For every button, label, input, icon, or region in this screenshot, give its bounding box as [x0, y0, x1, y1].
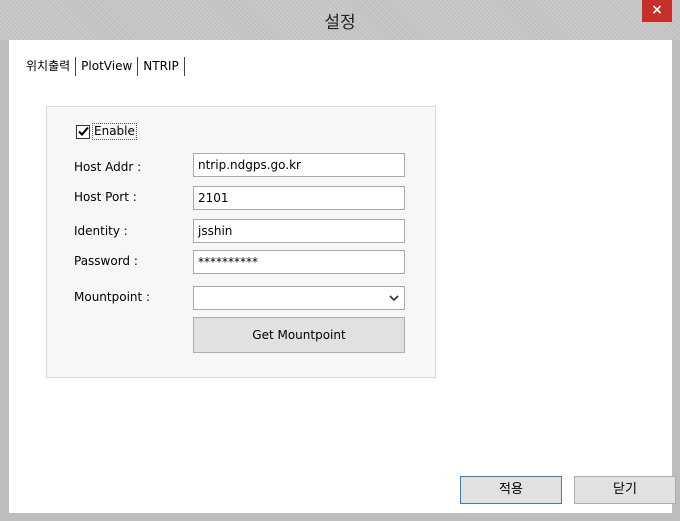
dialog-window: 설정 × 위치출력 PlotView NTRIP Enable Host Add: [0, 0, 680, 521]
tab-separator: [75, 56, 77, 76]
tab-ntrip[interactable]: NTRIP: [139, 56, 182, 76]
title-bar[interactable]: 설정 ×: [0, 0, 680, 40]
tab-separator: [137, 56, 139, 76]
enable-checkbox[interactable]: [76, 124, 90, 139]
mountpoint-select[interactable]: [193, 286, 405, 310]
host-port-input[interactable]: 2101: [193, 186, 405, 210]
host-addr-label: Host Addr :: [74, 160, 142, 174]
dialog-client-area: 위치출력 PlotView NTRIP Enable Host Addr : n…: [9, 40, 676, 513]
chevron-down-icon: [389, 295, 399, 302]
host-addr-input[interactable]: ntrip.ndgps.go.kr: [193, 153, 405, 177]
checkmark-icon: [78, 126, 89, 136]
tab-strip: 위치출력 PlotView NTRIP: [22, 55, 186, 77]
enable-label: Enable: [92, 123, 137, 140]
close-window-button[interactable]: ×: [642, 0, 672, 22]
close-button[interactable]: 닫기: [574, 476, 676, 504]
tab-separator: [183, 56, 185, 76]
close-icon: ×: [651, 2, 663, 18]
identity-input[interactable]: jsshin: [193, 219, 405, 243]
mountpoint-label: Mountpoint :: [74, 290, 151, 304]
identity-label: Identity :: [74, 224, 128, 238]
password-label: Password :: [74, 254, 138, 268]
host-port-label: Host Port :: [74, 190, 137, 204]
get-mountpoint-button[interactable]: Get Mountpoint: [193, 317, 405, 353]
tab-plotview[interactable]: PlotView: [77, 56, 136, 76]
password-input[interactable]: **********: [193, 250, 405, 274]
ntrip-settings-panel: Enable Host Addr : ntrip.ndgps.go.kr Hos…: [46, 106, 436, 378]
window-title: 설정: [324, 13, 356, 33]
tab-position-output[interactable]: 위치출력: [22, 56, 74, 76]
enable-checkbox-row[interactable]: Enable: [76, 123, 137, 140]
apply-button[interactable]: 적용: [460, 476, 562, 504]
